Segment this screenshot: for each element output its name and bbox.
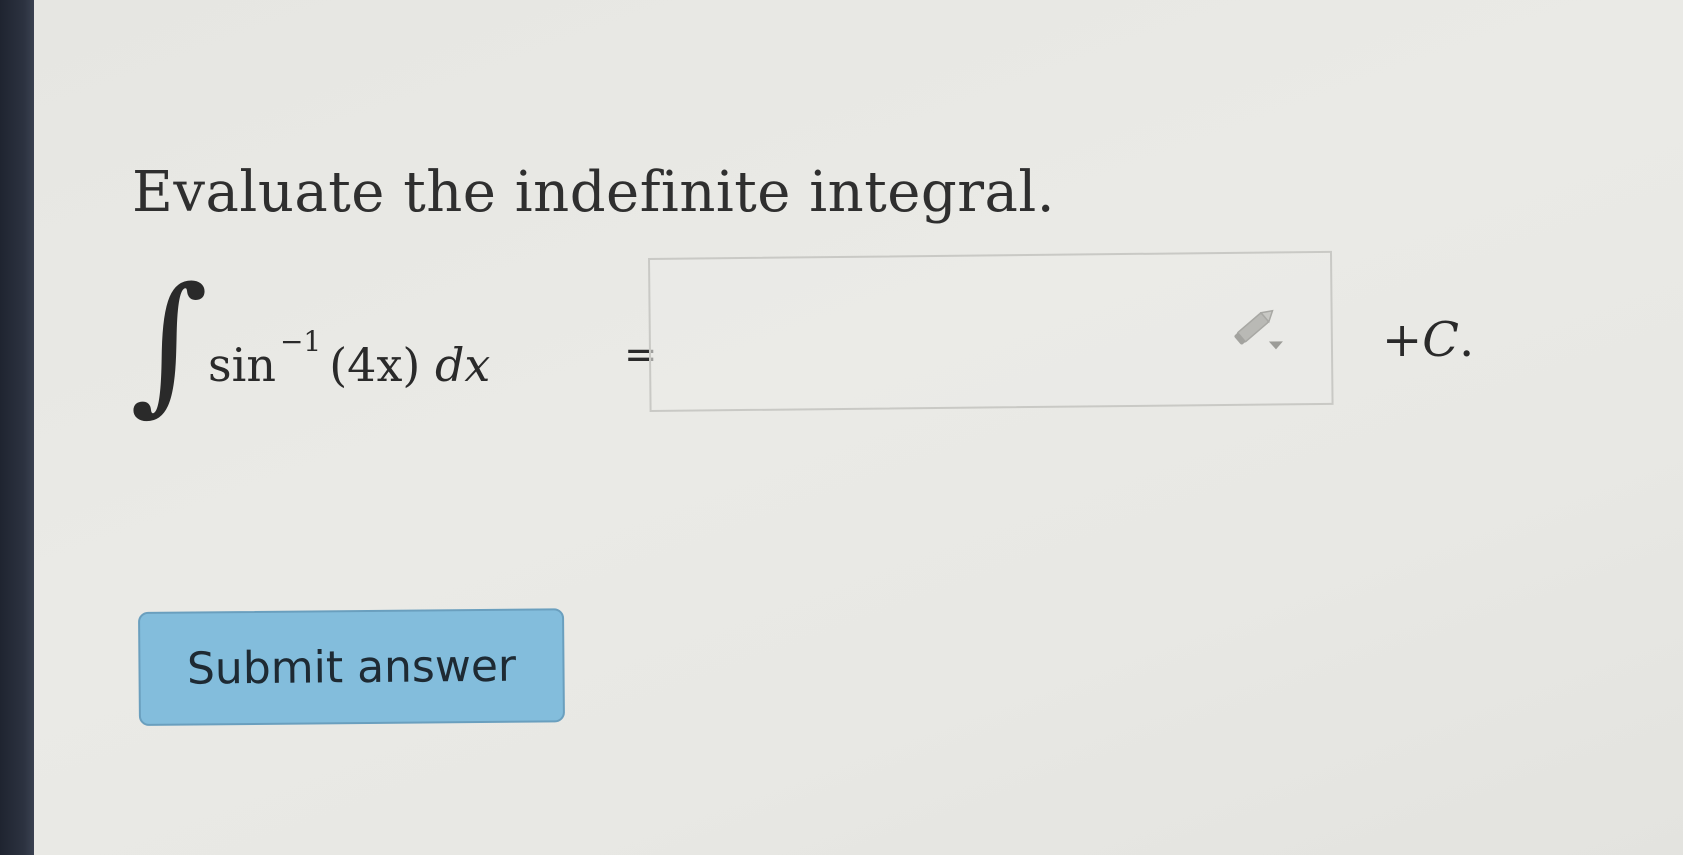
- differential: dx: [434, 338, 491, 392]
- period: .: [1458, 312, 1475, 368]
- function-name: sin: [208, 338, 276, 392]
- plus-sign: +: [1382, 312, 1423, 368]
- integrand: sin −1 (4x) dx: [208, 325, 491, 392]
- screen-bezel: [0, 0, 34, 855]
- answer-input[interactable]: [650, 252, 1332, 410]
- integral-symbol: ∫: [130, 256, 209, 430]
- question-panel: Evaluate the indefinite integral. ∫ sin −…: [34, 0, 1683, 855]
- answer-box[interactable]: [648, 250, 1334, 412]
- constant-c: C: [1422, 312, 1459, 368]
- pencil-dropdown-icon[interactable]: [1231, 303, 1288, 354]
- question-prompt: Evaluate the indefinite integral.: [132, 160, 1056, 225]
- plus-constant: +C.: [1382, 312, 1474, 368]
- submit-answer-button[interactable]: Submit answer: [138, 608, 565, 726]
- inverse-exponent: −1: [279, 324, 322, 358]
- function-argument: (4x): [329, 338, 421, 392]
